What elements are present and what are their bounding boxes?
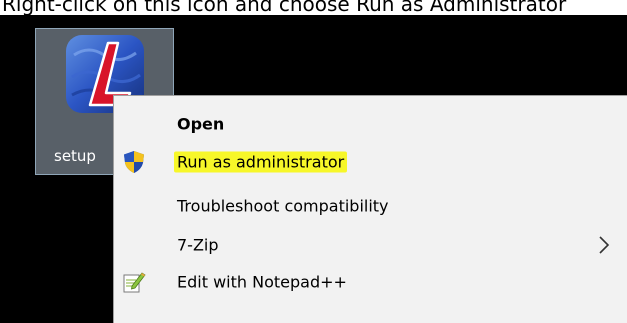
uac-shield-icon xyxy=(124,151,144,173)
menu-item-open[interactable]: Open xyxy=(114,106,626,142)
screenshot: Right-click on this icon and choose Run … xyxy=(0,0,627,323)
desktop-icon-label: setup xyxy=(54,147,96,165)
menu-item-run-as-administrator[interactable]: Run as administrator xyxy=(114,144,626,180)
menu-item-edit-with-notepad-plus-plus[interactable]: Edit with Notepad++ xyxy=(114,264,626,300)
menu-item-label: Open xyxy=(177,114,225,134)
menu-item-label: Run as administrator xyxy=(174,151,348,173)
context-menu: Open Run as administrator Troubleshoot c… xyxy=(113,95,627,323)
menu-item-label: 7-Zip xyxy=(177,235,219,255)
desktop: setup Open Run as administrator Troubles… xyxy=(0,15,627,323)
menu-item-label: Edit with Notepad++ xyxy=(177,272,347,292)
menu-item-troubleshoot-compatibility[interactable]: Troubleshoot compatibility xyxy=(114,188,626,224)
chevron-right-icon xyxy=(599,236,610,254)
menu-item-7-zip[interactable]: 7-Zip xyxy=(114,227,626,263)
instruction-caption: Right-click on this icon and choose Run … xyxy=(2,0,567,15)
notepad-plus-plus-icon xyxy=(123,272,146,293)
menu-item-label: Troubleshoot compatibility xyxy=(177,196,389,216)
